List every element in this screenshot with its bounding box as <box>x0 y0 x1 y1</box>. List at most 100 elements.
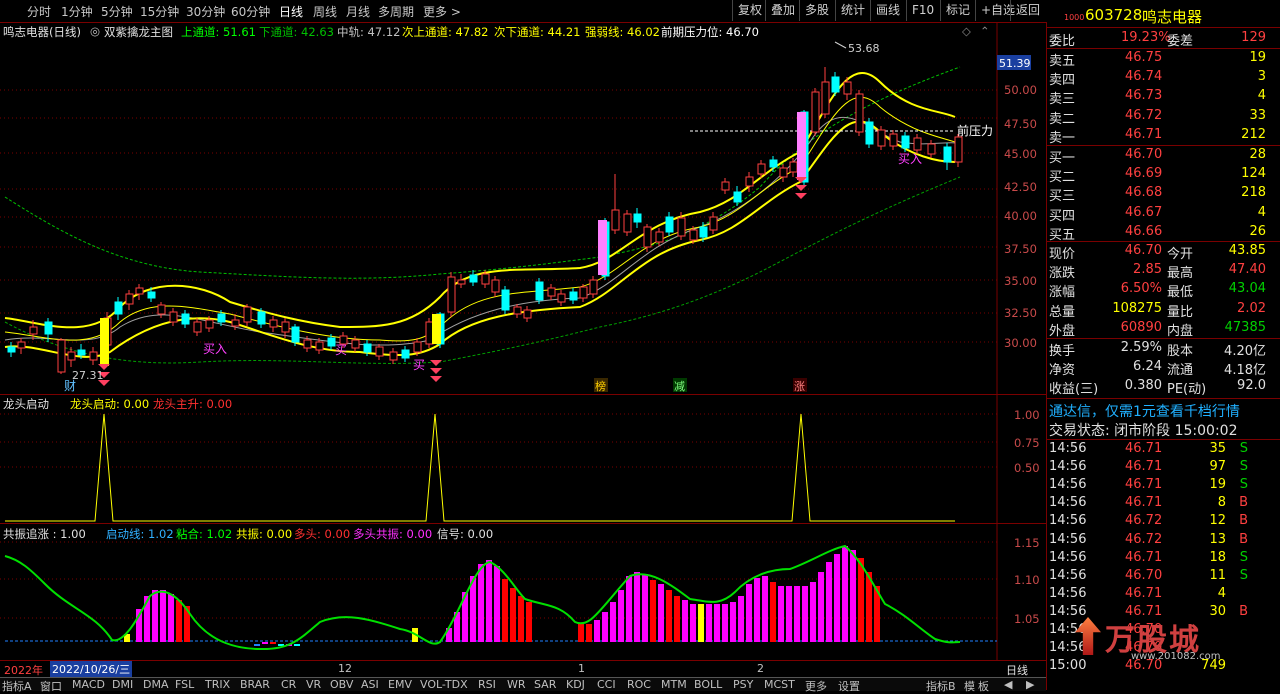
ask-row[interactable]: 卖五 46.75 19 <box>1047 50 1280 69</box>
period-tab-5min[interactable]: 5分钟 <box>101 3 133 20</box>
settings-button[interactable]: 设置 <box>838 678 860 694</box>
candle[interactable] <box>67 351 76 361</box>
candle[interactable] <box>877 129 886 147</box>
candle[interactable] <box>589 279 598 295</box>
indicator-tab[interactable]: ROC <box>627 678 651 691</box>
indicator-tab[interactable]: MTM <box>661 678 687 691</box>
candle[interactable] <box>721 181 730 191</box>
candle[interactable] <box>401 349 410 359</box>
resonance-chart[interactable] <box>0 524 1046 660</box>
indicator-tab[interactable]: MACD <box>72 678 105 691</box>
candle[interactable] <box>927 143 936 155</box>
quote-stat-row[interactable]: 涨跌 2.85 最高 47.40 <box>1047 262 1280 281</box>
candle[interactable] <box>481 273 490 285</box>
candle[interactable] <box>363 343 372 353</box>
candle[interactable] <box>623 213 632 233</box>
candle[interactable] <box>633 213 642 223</box>
candle[interactable] <box>243 306 252 323</box>
fundamental-row[interactable]: 净资 6.24 流通 4.18亿 <box>1047 359 1280 378</box>
tick-row[interactable]: 14:56 46.71 4 <box>1047 586 1280 604</box>
fundamental-row[interactable]: 收益(三) 0.380 PE(动) 92.0 <box>1047 378 1280 397</box>
more-indicators-button[interactable]: 更多 <box>805 678 827 694</box>
tick-row[interactable]: 14:56 46.71 18 S <box>1047 550 1280 568</box>
statistics-button[interactable]: 统计 <box>835 0 870 21</box>
restore-rights-button[interactable]: 复权 <box>732 0 767 21</box>
period-tab-monthly[interactable]: 月线 <box>346 3 370 20</box>
bid-row[interactable]: 买四 46.67 4 <box>1047 205 1280 224</box>
candle[interactable] <box>291 326 300 343</box>
bid-row[interactable]: 买二 46.69 124 <box>1047 166 1280 185</box>
indicator-tab[interactable]: SAR <box>534 678 556 691</box>
indicator-tab[interactable]: FSL <box>175 678 194 691</box>
candle[interactable] <box>843 81 852 95</box>
tick-row[interactable]: 14:56 46.72 12 B <box>1047 513 1280 531</box>
bid-row[interactable]: 买五 46.66 26 <box>1047 224 1280 243</box>
candle[interactable] <box>7 346 16 353</box>
template-button[interactable]: 板 <box>978 678 989 694</box>
indicator-tab[interactable]: MCST <box>764 678 795 691</box>
candle[interactable] <box>217 313 226 323</box>
ask-row[interactable]: 卖一 46.71 212 <box>1047 127 1280 146</box>
indicator-tab[interactable]: PSY <box>733 678 753 691</box>
candle[interactable] <box>513 306 522 315</box>
candle[interactable] <box>157 304 166 315</box>
f10-button[interactable]: F10 <box>906 0 939 21</box>
candle[interactable] <box>913 137 922 151</box>
candle[interactable] <box>789 161 798 173</box>
candlestick-chart[interactable]: 51.39 53.68 27.31 前压力 买入 买入 买 买 财 榜 减 涨 <box>0 22 1046 394</box>
period-tab-60min[interactable]: 60分钟 <box>231 3 270 20</box>
quote-stat-row[interactable]: 现价 46.70 今开 43.85 <box>1047 243 1280 262</box>
candle[interactable] <box>147 291 156 299</box>
candle[interactable] <box>943 146 952 163</box>
candle[interactable] <box>447 276 456 313</box>
candle[interactable] <box>865 121 874 145</box>
candle[interactable] <box>169 311 178 323</box>
candle[interactable] <box>811 91 820 133</box>
indicator-tab[interactable]: DMI <box>112 678 133 691</box>
period-indicator-button[interactable]: 日线 <box>1006 662 1028 678</box>
candle[interactable] <box>57 339 66 373</box>
period-tab-daily[interactable]: 日线 <box>279 3 303 20</box>
signal-candle[interactable] <box>797 112 806 180</box>
candle[interactable] <box>413 341 422 353</box>
indicator-tab[interactable]: 指标B <box>926 678 956 694</box>
bid-row[interactable]: 买一 46.70 28 <box>1047 147 1280 166</box>
candle[interactable] <box>779 167 788 178</box>
candle[interactable] <box>231 319 240 327</box>
candle[interactable] <box>269 319 278 328</box>
candle[interactable] <box>193 321 202 333</box>
quote-stat-row[interactable]: 外盘 60890 内盘 47385 <box>1047 320 1280 339</box>
back-button[interactable]: 返回 <box>1010 0 1045 21</box>
candle[interactable] <box>44 321 53 335</box>
signal-candle[interactable] <box>598 220 607 275</box>
candle[interactable] <box>114 301 123 315</box>
scroll-left-icon[interactable]: ◀ <box>1004 678 1012 691</box>
candle[interactable] <box>135 287 144 295</box>
indicator-tab[interactable]: 指标A <box>2 678 32 694</box>
candle[interactable] <box>954 136 963 163</box>
candle[interactable] <box>831 76 840 93</box>
more-periods-button[interactable]: 更多 > <box>423 3 461 20</box>
candle[interactable] <box>699 226 708 238</box>
candle[interactable] <box>425 321 434 345</box>
candle[interactable] <box>77 349 86 356</box>
indicator-tab[interactable]: WR <box>507 678 526 691</box>
candle[interactable] <box>315 341 324 351</box>
candle[interactable] <box>327 337 336 347</box>
tick-row[interactable]: 14:56 46.71 19 S <box>1047 477 1280 495</box>
candle[interactable] <box>689 229 698 241</box>
indicator-tab[interactable]: 窗口 <box>40 678 62 694</box>
bid-row[interactable]: 买三 46.68 218 <box>1047 185 1280 204</box>
tick-row[interactable]: 14:56 46.72 13 B <box>1047 532 1280 550</box>
scroll-right-icon[interactable]: ▶ <box>1026 678 1034 691</box>
indicator-tab[interactable]: BOLL <box>694 678 722 691</box>
indicator-tab[interactable]: KDJ <box>566 678 585 691</box>
dragon-start-chart[interactable] <box>0 395 1046 523</box>
template-button[interactable]: 模 <box>964 678 975 694</box>
indicator-tab[interactable]: CCI <box>597 678 616 691</box>
period-tab-multi[interactable]: 多周期 <box>378 3 414 20</box>
indicator-tab[interactable]: TRIX <box>205 678 230 691</box>
draw-line-button[interactable]: 画线 <box>870 0 905 21</box>
candle[interactable] <box>569 291 578 301</box>
period-tab-1min[interactable]: 1分钟 <box>61 3 93 20</box>
